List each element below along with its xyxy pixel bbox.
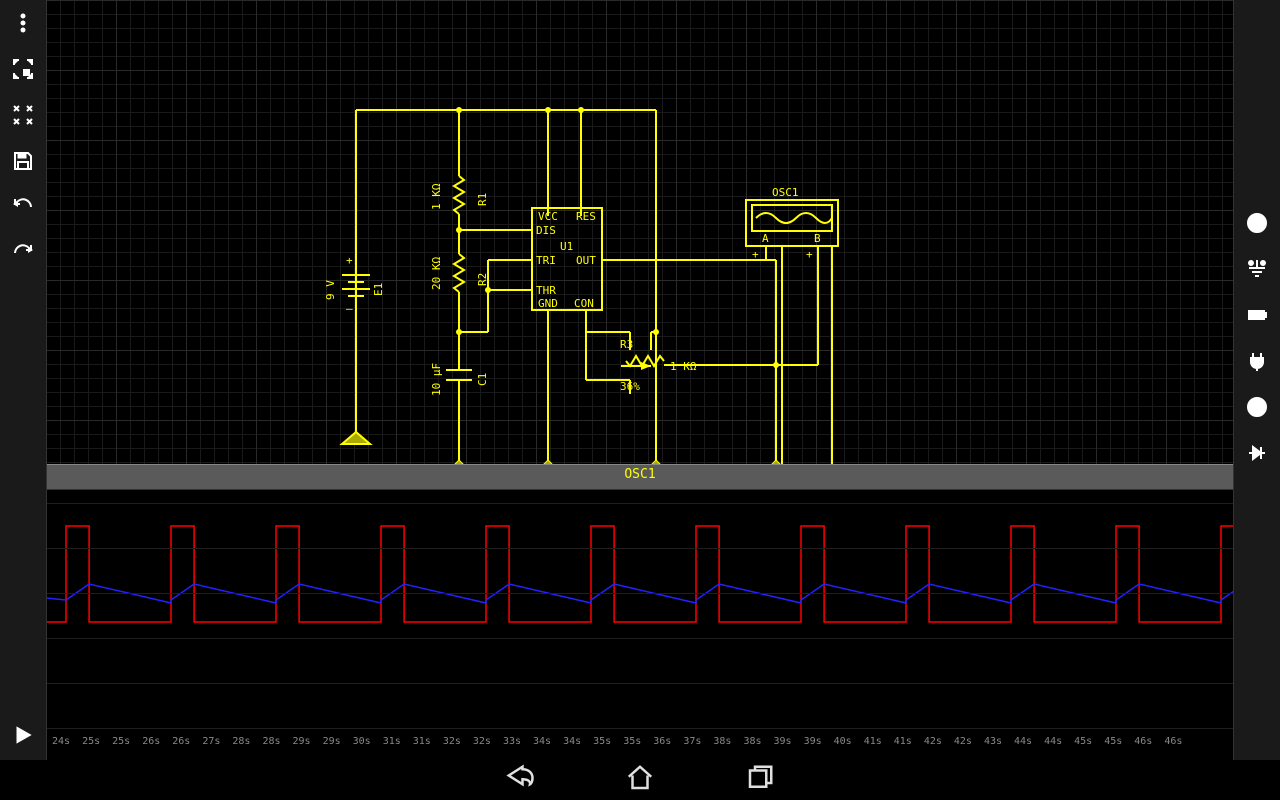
- back-button[interactable]: [505, 763, 535, 798]
- schematic-svg: + – 9 V E1 1 KΩ R1 20 KΩ R2 10 µF C1 VCC…: [46, 0, 1234, 464]
- u1-ref: U1: [560, 240, 573, 253]
- ic-u1[interactable]: VCC RES DIS U1 TRI OUT THR GND CON: [532, 208, 602, 310]
- resistor-r2[interactable]: 20 KΩ R2: [430, 230, 489, 332]
- potentiometer-r3[interactable]: R3 1 KΩ 36%: [586, 332, 776, 394]
- u1-out: OUT: [576, 254, 596, 267]
- battery-component[interactable]: + – 9 V E1: [324, 254, 385, 432]
- recent-apps-button[interactable]: [745, 763, 775, 798]
- redo-icon[interactable]: [0, 230, 46, 276]
- android-nav-bar: [0, 760, 1280, 800]
- r2-value: 20 KΩ: [430, 257, 443, 290]
- ground-component-icon[interactable]: [1234, 246, 1280, 292]
- resistor-r1[interactable]: 1 KΩ R1: [430, 176, 489, 230]
- u1-gnd: GND: [538, 297, 558, 310]
- ammeter-icon[interactable]: A: [1234, 200, 1280, 246]
- r1-value: 1 KΩ: [430, 183, 443, 210]
- battery-neg: –: [346, 302, 353, 315]
- play-button[interactable]: [0, 712, 46, 758]
- osc-ref: OSC1: [772, 186, 799, 199]
- battery-value: 9 V: [324, 280, 337, 300]
- u1-vcc: VCC: [538, 210, 558, 223]
- oscilloscope-pane[interactable]: 24s25s25s26s26s27s28s28s29s29s30s31s31s3…: [46, 488, 1280, 760]
- undo-icon[interactable]: [0, 184, 46, 230]
- osc-b: B: [814, 232, 821, 245]
- oscilloscope-component[interactable]: OSC1 A B + +: [746, 186, 838, 464]
- pane-divider[interactable]: OSC1: [46, 464, 1234, 490]
- u1-con: CON: [574, 297, 594, 310]
- osc-plus-b: +: [806, 248, 813, 261]
- toolbar-left: [0, 0, 47, 760]
- fullscreen-icon[interactable]: [0, 46, 46, 92]
- svg-text:A: A: [1253, 216, 1262, 230]
- capacitor-c1[interactable]: 10 µF C1: [430, 332, 489, 464]
- fit-screen-icon[interactable]: [0, 92, 46, 138]
- home-button[interactable]: [625, 763, 655, 798]
- u1-res: RES: [576, 210, 596, 223]
- r1-ref: R1: [476, 193, 489, 206]
- ground-icon: [342, 432, 370, 444]
- c1-value: 10 µF: [430, 363, 443, 396]
- scope-title: OSC1: [624, 467, 655, 482]
- battery-ref: E1: [372, 283, 385, 296]
- diode-icon[interactable]: [1234, 430, 1280, 476]
- c1-ref: C1: [476, 373, 489, 386]
- osc-a: A: [762, 232, 769, 245]
- r3-wiper: 36%: [620, 380, 640, 393]
- u1-dis: DIS: [536, 224, 556, 237]
- r3-value: 1 KΩ: [670, 360, 697, 373]
- scope-timeline: 24s25s25s26s26s27s28s28s29s29s30s31s31s3…: [46, 736, 1280, 754]
- save-icon[interactable]: [0, 138, 46, 184]
- toolbar-right: A: [1233, 0, 1280, 760]
- u1-thr: THR: [536, 284, 556, 297]
- osc-plus-a: +: [752, 248, 759, 261]
- schematic-canvas[interactable]: + – 9 V E1 1 KΩ R1 20 KΩ R2 10 µF C1 VCC…: [46, 0, 1234, 464]
- r3-ref: R3: [620, 338, 633, 351]
- battery-component-icon[interactable]: [1234, 292, 1280, 338]
- u1-tri: TRI: [536, 254, 556, 267]
- menu-icon[interactable]: [0, 0, 46, 46]
- scope-grid: [46, 488, 1280, 760]
- battery-pos: +: [346, 254, 353, 267]
- clock-icon[interactable]: [1234, 384, 1280, 430]
- plug-icon[interactable]: [1234, 338, 1280, 384]
